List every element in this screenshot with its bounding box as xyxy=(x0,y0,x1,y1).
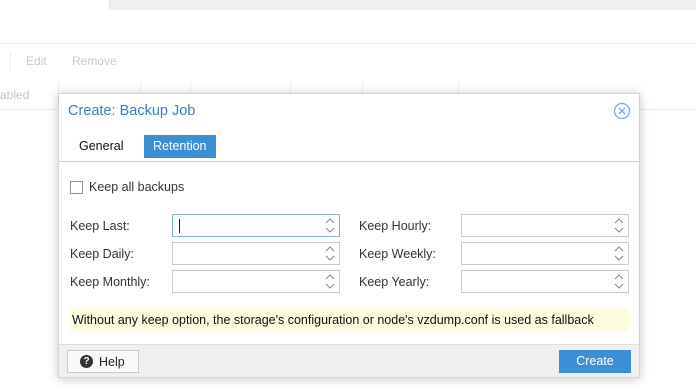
spinner-icon[interactable] xyxy=(325,245,335,262)
keep-daily-input[interactable] xyxy=(173,243,321,264)
tab-bar: General Retention xyxy=(59,128,639,162)
retention-panel: Keep all backups Keep Last: Keep Daily: … xyxy=(59,163,639,344)
keep-all-backups-option[interactable]: Keep all backups xyxy=(70,179,184,195)
tab-retention[interactable]: Retention xyxy=(144,135,216,158)
background-edit-button: Edit xyxy=(26,54,47,68)
background-toolbar: Edit Remove xyxy=(0,50,696,74)
keep-hourly-input[interactable] xyxy=(462,215,610,236)
spinner-icon[interactable] xyxy=(614,217,624,234)
help-button[interactable]: ? Help xyxy=(67,350,139,373)
text-cursor xyxy=(179,219,180,233)
keep-last-input[interactable] xyxy=(173,215,321,236)
keep-monthly-input[interactable] xyxy=(173,271,321,292)
keep-last-field[interactable] xyxy=(172,214,340,237)
keep-all-backups-label: Keep all backups xyxy=(89,180,185,194)
close-icon[interactable] xyxy=(613,102,631,120)
keep-yearly-input[interactable] xyxy=(462,271,610,292)
keep-weekly-field[interactable] xyxy=(461,242,629,265)
keep-last-label: Keep Last: xyxy=(70,219,130,233)
keep-yearly-label: Keep Yearly: xyxy=(359,275,430,289)
background-remove-button: Remove xyxy=(72,54,117,68)
background-toolbar-separator xyxy=(10,52,11,72)
dialog-footer: ? Help Create xyxy=(59,344,639,377)
background-divider xyxy=(0,43,696,44)
keep-hourly-field[interactable] xyxy=(461,214,629,237)
keep-weekly-label: Keep Weekly: xyxy=(359,247,436,261)
background-top-bar xyxy=(0,0,696,10)
dialog-header: Create: Backup Job xyxy=(59,94,639,128)
keep-daily-label: Keep Daily: xyxy=(70,247,134,261)
keep-all-backups-checkbox[interactable] xyxy=(70,180,83,194)
keep-yearly-field[interactable] xyxy=(461,270,629,293)
create-backup-job-dialog: Create: Backup Job General Retention Kee… xyxy=(58,93,640,378)
background-column-enabled: abled xyxy=(0,88,30,102)
fallback-info-message: Without any keep option, the storage's c… xyxy=(70,308,629,332)
spinner-icon[interactable] xyxy=(325,273,335,290)
keep-monthly-field[interactable] xyxy=(172,270,340,293)
keep-daily-field[interactable] xyxy=(172,242,340,265)
help-button-label: Help xyxy=(99,354,125,369)
spinner-icon[interactable] xyxy=(325,217,335,234)
keep-monthly-label: Keep Monthly: xyxy=(70,275,150,289)
background-top-segment xyxy=(0,0,110,10)
keep-hourly-label: Keep Hourly: xyxy=(359,219,432,233)
keep-weekly-input[interactable] xyxy=(462,243,610,264)
dialog-title: Create: Backup Job xyxy=(68,103,196,119)
question-circle-icon: ? xyxy=(80,355,93,368)
spinner-icon[interactable] xyxy=(614,245,624,262)
spinner-icon[interactable] xyxy=(614,273,624,290)
tab-general[interactable]: General xyxy=(70,135,132,158)
create-button[interactable]: Create xyxy=(559,350,631,373)
